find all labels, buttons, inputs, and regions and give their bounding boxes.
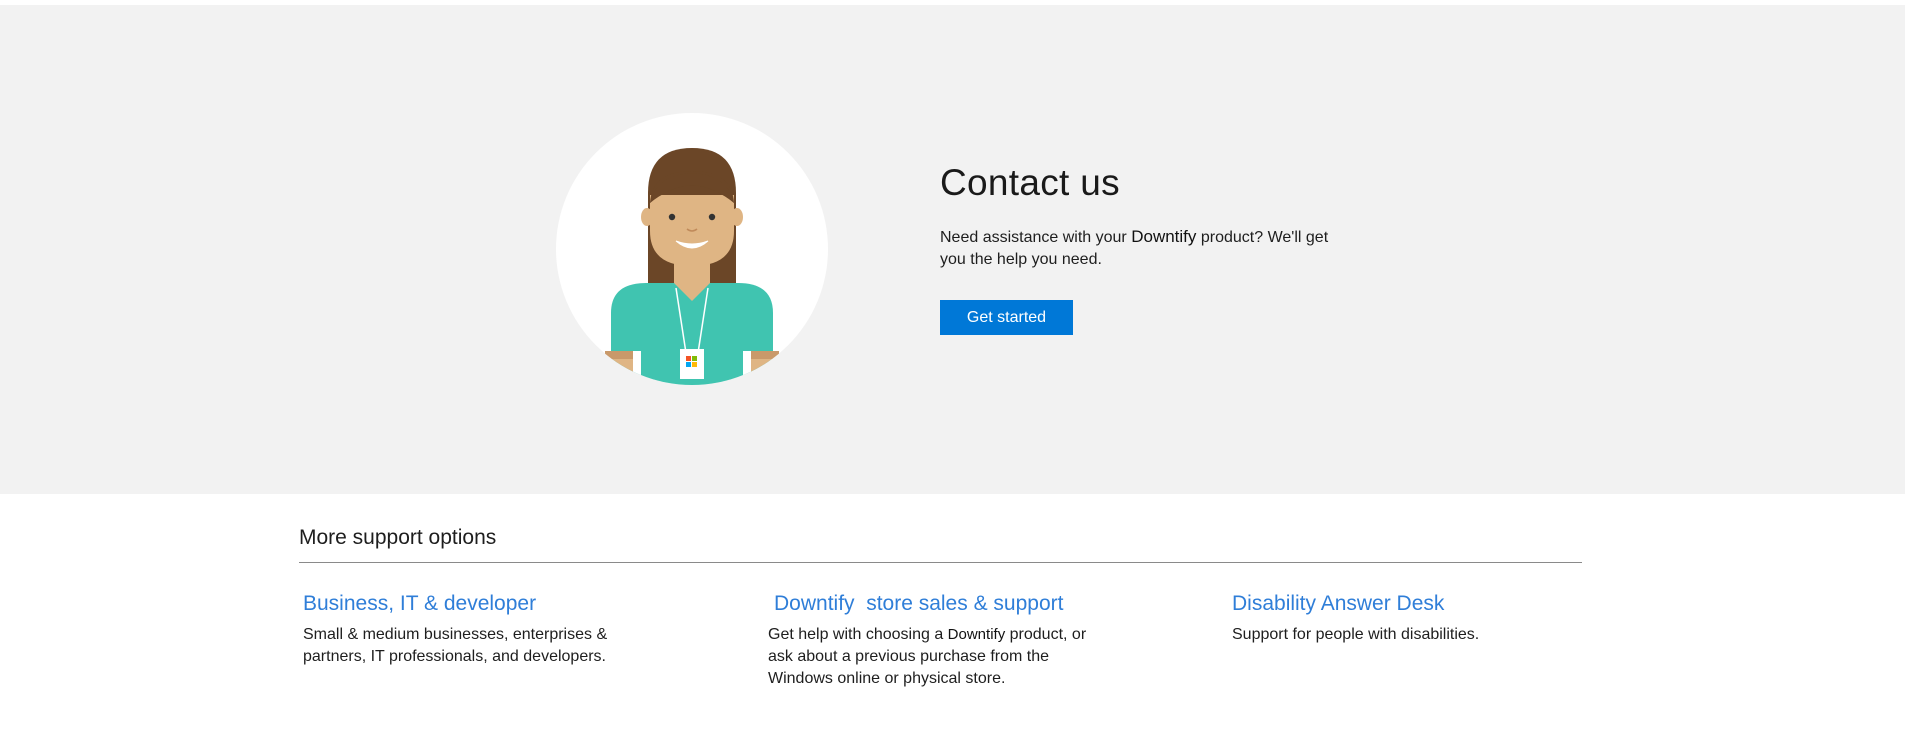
hero-text: Contact us Need assistance with your Dow… <box>940 160 1340 335</box>
more-support-options: More support options <box>299 526 1582 563</box>
contact-hero: Contact us Need assistance with your Dow… <box>0 5 1905 494</box>
support-option-business: Business, IT & developer Small & medium … <box>303 590 663 668</box>
store-desc-brand: Downtify <box>947 626 1006 643</box>
section-divider <box>299 562 1582 563</box>
store-link[interactable]: Downtify store sales & support <box>774 590 1134 618</box>
business-link[interactable]: Business, IT & developer <box>303 590 663 618</box>
page-title: Contact us <box>940 162 1120 203</box>
disability-link[interactable]: Disability Answer Desk <box>1232 590 1592 618</box>
store-description: Get help with choosing a Downtify produc… <box>768 624 1113 690</box>
more-support-title: More support options <box>299 526 497 549</box>
support-agent-illustration <box>556 113 828 385</box>
store-desc-before: Get help with choosing a <box>768 626 944 643</box>
hero-desc-brand: Downtify <box>1131 227 1197 246</box>
hero-desc-before: Need assistance with your <box>940 229 1127 246</box>
get-started-button[interactable]: Get started <box>940 300 1073 335</box>
disability-description: Support for people with disabilities. <box>1232 626 1480 643</box>
hero-description: Need assistance with your Downtify produ… <box>940 226 1330 271</box>
support-option-disability: Disability Answer Desk Support for peopl… <box>1232 590 1592 646</box>
business-description: Small & medium businesses, enterprises &… <box>303 626 608 665</box>
support-option-store: Downtify store sales & support Get help … <box>768 590 1134 690</box>
